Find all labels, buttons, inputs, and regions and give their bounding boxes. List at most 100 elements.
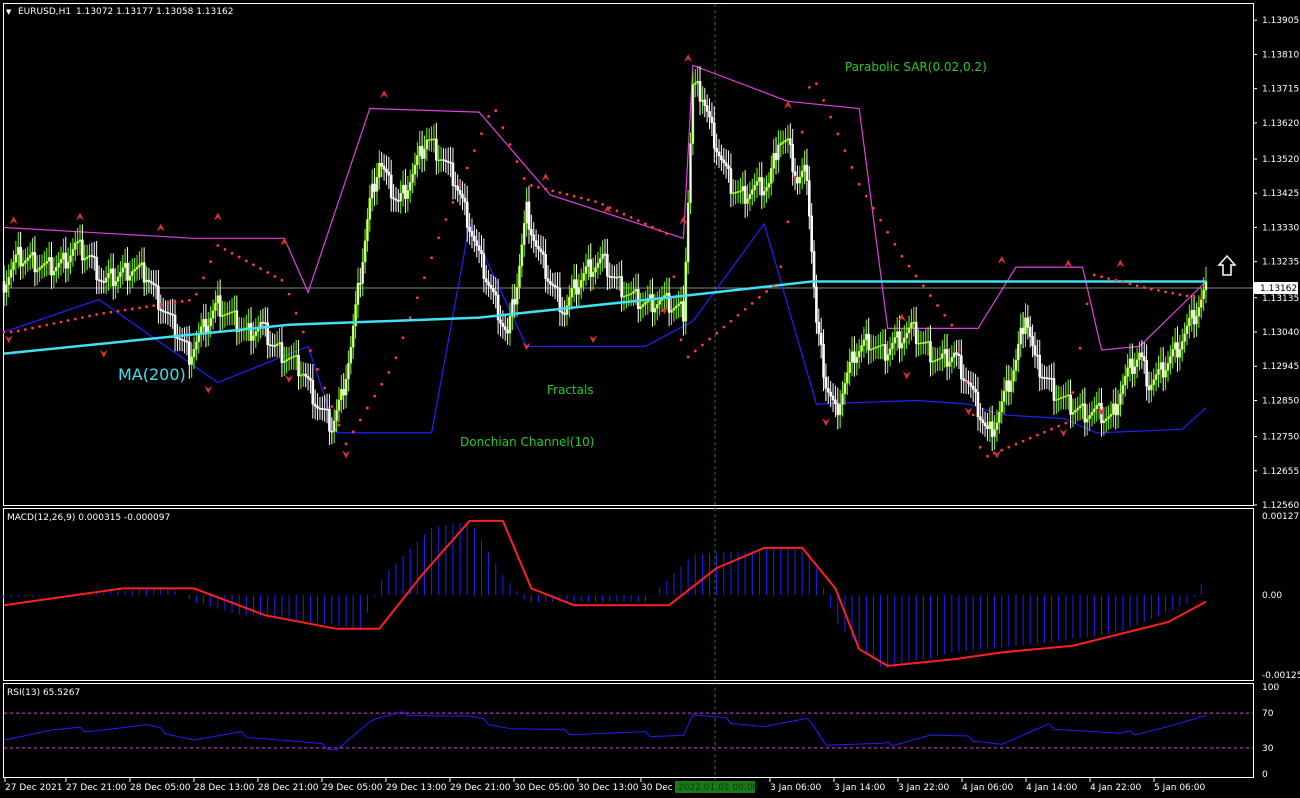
- sar-dot: [237, 255, 241, 259]
- fractal-down-marker: [589, 335, 598, 344]
- candle-body: [960, 355, 963, 380]
- sar-dot: [750, 301, 754, 305]
- candle: [960, 339, 963, 394]
- candle: [950, 345, 954, 374]
- candle: [758, 162, 761, 196]
- candle: [430, 126, 433, 152]
- candle-body: [1161, 362, 1165, 378]
- candle-body: [838, 404, 842, 416]
- candle-body: [57, 262, 60, 268]
- candle-body: [325, 408, 329, 411]
- candle-body: [1036, 354, 1039, 357]
- candle-body: [183, 339, 186, 342]
- candle: [556, 272, 559, 302]
- candle: [197, 322, 201, 354]
- up-arrow-icon[interactable]: [1217, 254, 1237, 276]
- sar-dot: [772, 284, 776, 287]
- candle: [487, 269, 490, 297]
- fractal-up-marker: [684, 54, 693, 63]
- fractal-down-marker: [204, 385, 213, 394]
- candle-body: [701, 99, 704, 102]
- candle: [230, 298, 234, 326]
- candle-body: [679, 301, 683, 305]
- candle: [223, 301, 227, 328]
- sar-dot: [252, 263, 255, 267]
- candle-body: [826, 387, 830, 393]
- candle: [983, 411, 987, 437]
- candle: [69, 242, 72, 275]
- candle: [116, 264, 120, 293]
- candle: [551, 272, 555, 297]
- candle: [817, 308, 821, 347]
- candle: [1045, 366, 1049, 390]
- fractal-down-marker: [342, 450, 351, 459]
- candle: [867, 317, 870, 365]
- candle: [903, 325, 906, 356]
- candle: [1090, 400, 1094, 427]
- candle: [145, 266, 148, 296]
- sar-dot: [729, 319, 733, 323]
- candle: [520, 233, 524, 278]
- candle-body: [1047, 377, 1051, 380]
- candle-body: [534, 240, 538, 247]
- candle: [1192, 294, 1196, 338]
- price-tick-label: 1.12655: [1262, 467, 1299, 477]
- candle: [21, 249, 25, 279]
- candle: [881, 329, 885, 360]
- candle-body: [121, 267, 125, 273]
- sar-dot: [430, 256, 433, 260]
- candle-body: [846, 372, 849, 384]
- fractal-down-marker: [1059, 428, 1068, 437]
- candle: [458, 179, 462, 206]
- candle-body: [309, 377, 312, 381]
- candle: [736, 180, 740, 204]
- candle-body: [1024, 317, 1027, 335]
- sar-dot: [1000, 448, 1004, 452]
- fractal-down-marker: [285, 374, 294, 383]
- sar-dot: [187, 298, 191, 302]
- time-tick-label: 4 Jan 22:00: [1090, 783, 1142, 793]
- fractal-down-marker: [964, 407, 973, 416]
- candle: [35, 255, 39, 286]
- candle: [933, 347, 937, 374]
- candle-body: [54, 266, 58, 272]
- sar-dot: [287, 292, 291, 296]
- sar-dot: [159, 303, 163, 306]
- candle-body: [340, 389, 343, 401]
- menu-triangle-icon[interactable]: ▼: [6, 8, 12, 16]
- candle: [311, 364, 315, 419]
- cursor-time-label: 2022.01.01 00:00: [678, 783, 759, 793]
- candle-body: [696, 81, 699, 84]
- candle-body: [230, 311, 234, 314]
- candle: [929, 325, 932, 377]
- candle-body: [454, 185, 457, 187]
- time-tick-label: 4 Jan 06:00: [962, 783, 1014, 793]
- sar-dot: [344, 442, 348, 446]
- sar-dot: [651, 225, 654, 229]
- candle: [615, 264, 619, 290]
- sar-dot: [558, 191, 562, 195]
- candle-body: [430, 138, 433, 141]
- candle-body: [16, 246, 20, 255]
- sar-dot: [1178, 293, 1182, 296]
- candle: [31, 237, 34, 269]
- sar-dot: [2, 330, 6, 334]
- candle-body: [1197, 307, 1201, 317]
- candle: [826, 376, 830, 404]
- candle-body: [1019, 327, 1023, 345]
- candle: [1150, 371, 1153, 403]
- candle: [463, 183, 467, 216]
- candle-body: [993, 429, 996, 437]
- candle: [876, 334, 880, 359]
- candle: [1059, 386, 1063, 410]
- trading-chart[interactable]: ▼ EURUSD,H1 1.13072 1.13177 1.13058 1.13…: [0, 0, 1300, 798]
- candle: [473, 224, 476, 253]
- candle-body: [171, 313, 174, 316]
- candle: [964, 367, 968, 395]
- candle-body: [456, 186, 460, 191]
- price-tick-label: 1.13715: [1262, 85, 1299, 95]
- sar-dot: [1092, 273, 1096, 277]
- sar-dot: [914, 274, 918, 278]
- sar-dot: [615, 209, 619, 213]
- symbol-label: EURUSD,H1: [18, 7, 71, 17]
